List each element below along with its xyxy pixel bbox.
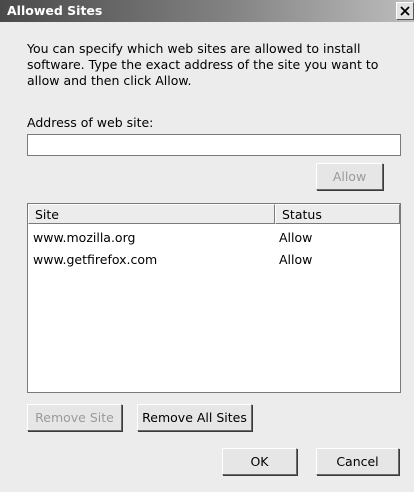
close-icon: [400, 6, 410, 16]
site-cell: www.getfirefox.com: [33, 252, 158, 267]
column-header-site[interactable]: Site: [28, 204, 275, 224]
cancel-button[interactable]: Cancel: [316, 448, 399, 475]
dialog-title: Allowed Sites: [7, 3, 103, 18]
sites-list[interactable]: Site Status www.mozilla.org Allow www.ge…: [27, 203, 401, 393]
column-header-status[interactable]: Status: [275, 204, 400, 224]
list-row[interactable]: www.mozilla.org Allow: [28, 228, 400, 248]
close-button[interactable]: [396, 2, 414, 20]
list-row[interactable]: www.getfirefox.com Allow: [28, 250, 400, 270]
remove-site-button[interactable]: Remove Site: [27, 404, 122, 431]
title-bar[interactable]: Allowed Sites: [0, 0, 414, 22]
address-input[interactable]: [27, 134, 401, 156]
status-cell: Allow: [279, 230, 313, 245]
allow-button[interactable]: Allow: [316, 163, 383, 190]
ok-button[interactable]: OK: [222, 448, 297, 475]
description-text: You can specify which web sites are allo…: [27, 41, 379, 88]
remove-all-sites-button[interactable]: Remove All Sites: [137, 404, 252, 431]
allowed-sites-dialog: Allowed Sites You can specify which web …: [0, 0, 414, 492]
status-cell: Allow: [279, 252, 313, 267]
address-label: Address of web site:: [27, 115, 154, 130]
site-cell: www.mozilla.org: [33, 230, 136, 245]
